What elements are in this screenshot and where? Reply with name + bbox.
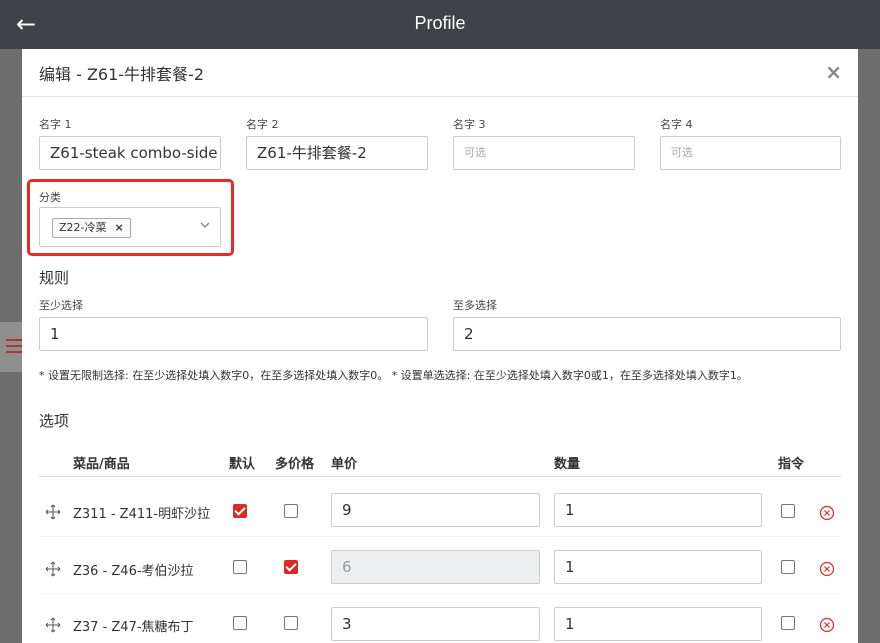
rules-note: * 设置无限制选择: 在至少选择处填入数字0，在至多选择处填入数字0。 * 设置… [39, 369, 748, 382]
price-input[interactable]: 3 [331, 607, 540, 641]
chevron-down-icon[interactable] [200, 220, 210, 230]
page-title: Profile [414, 13, 466, 33]
backdrop-right [858, 49, 880, 643]
edit-modal: 编辑 - Z61-牛排套餐-2 × 名字 1 Z61-steak combo-s… [22, 49, 858, 643]
name2-input[interactable]: Z61-牛排套餐-2 [246, 136, 428, 170]
name1-label: 名字 1 [39, 118, 72, 131]
default-checkbox[interactable] [233, 560, 247, 574]
col-multi-price: 多价格 [275, 457, 315, 472]
col-qty: 数量 [554, 457, 581, 472]
name2-label: 名字 2 [246, 118, 279, 131]
dish-name: Z37 - Z47-焦糖布丁 [73, 620, 194, 635]
dish-name: Z311 - Z411-明虾沙拉 [73, 507, 211, 522]
col-dish: 菜品/商品 [73, 457, 130, 472]
name1-input[interactable]: Z61-steak combo-side [39, 136, 221, 170]
options-heading: 选项 [39, 412, 70, 430]
rules-heading: 规则 [39, 269, 70, 287]
command-checkbox[interactable] [781, 616, 795, 630]
modal-title: 编辑 - Z61-牛排套餐-2 [39, 65, 204, 84]
name4-input[interactable]: 可选 [660, 136, 841, 170]
modal-header: 编辑 - Z61-牛排套餐-2 × [22, 49, 858, 97]
min-select-input[interactable]: 1 [39, 317, 428, 351]
tag-remove-icon[interactable]: × [115, 221, 124, 234]
col-default: 默认 [229, 457, 256, 472]
category-tag-label: Z22-冷菜 [59, 221, 107, 234]
price-input[interactable]: 9 [331, 493, 540, 527]
name4-label: 名字 4 [660, 118, 693, 131]
name3-input[interactable]: 可选 [453, 136, 635, 170]
name3-label: 名字 3 [453, 118, 486, 131]
col-price: 单价 [331, 457, 358, 472]
close-icon[interactable]: × [825, 60, 842, 84]
command-checkbox[interactable] [781, 560, 795, 574]
multi-price-checkbox[interactable] [284, 560, 298, 574]
remove-circle-icon[interactable] [819, 561, 835, 577]
row-divider [39, 593, 841, 594]
max-select-label: 至多选择 [453, 299, 497, 312]
app-bar: ← Profile [0, 0, 880, 49]
remove-circle-icon[interactable] [819, 505, 835, 521]
table-header-divider [39, 476, 841, 477]
category-select[interactable]: Z22-冷菜 × [39, 207, 221, 247]
move-icon[interactable] [45, 617, 61, 633]
default-checkbox[interactable] [233, 504, 247, 518]
category-label: 分类 [39, 191, 61, 204]
col-command: 指令 [778, 457, 805, 472]
dish-name: Z36 - Z46-考伯沙拉 [73, 564, 194, 579]
min-select-label: 至少选择 [39, 299, 83, 312]
remove-circle-icon[interactable] [819, 617, 835, 633]
multi-price-checkbox[interactable] [284, 616, 298, 630]
move-icon[interactable] [45, 561, 61, 577]
menu-icon [6, 339, 22, 353]
row-divider [39, 536, 841, 537]
qty-input[interactable]: 1 [554, 607, 762, 641]
category-tag: Z22-冷菜 × [52, 218, 131, 238]
max-select-input[interactable]: 2 [453, 317, 841, 351]
default-checkbox[interactable] [233, 616, 247, 630]
command-checkbox[interactable] [781, 504, 795, 518]
move-icon[interactable] [45, 504, 61, 520]
price-input: 6 [331, 550, 540, 584]
multi-price-checkbox[interactable] [284, 504, 298, 518]
qty-input[interactable]: 1 [554, 550, 762, 584]
qty-input[interactable]: 1 [554, 493, 762, 527]
